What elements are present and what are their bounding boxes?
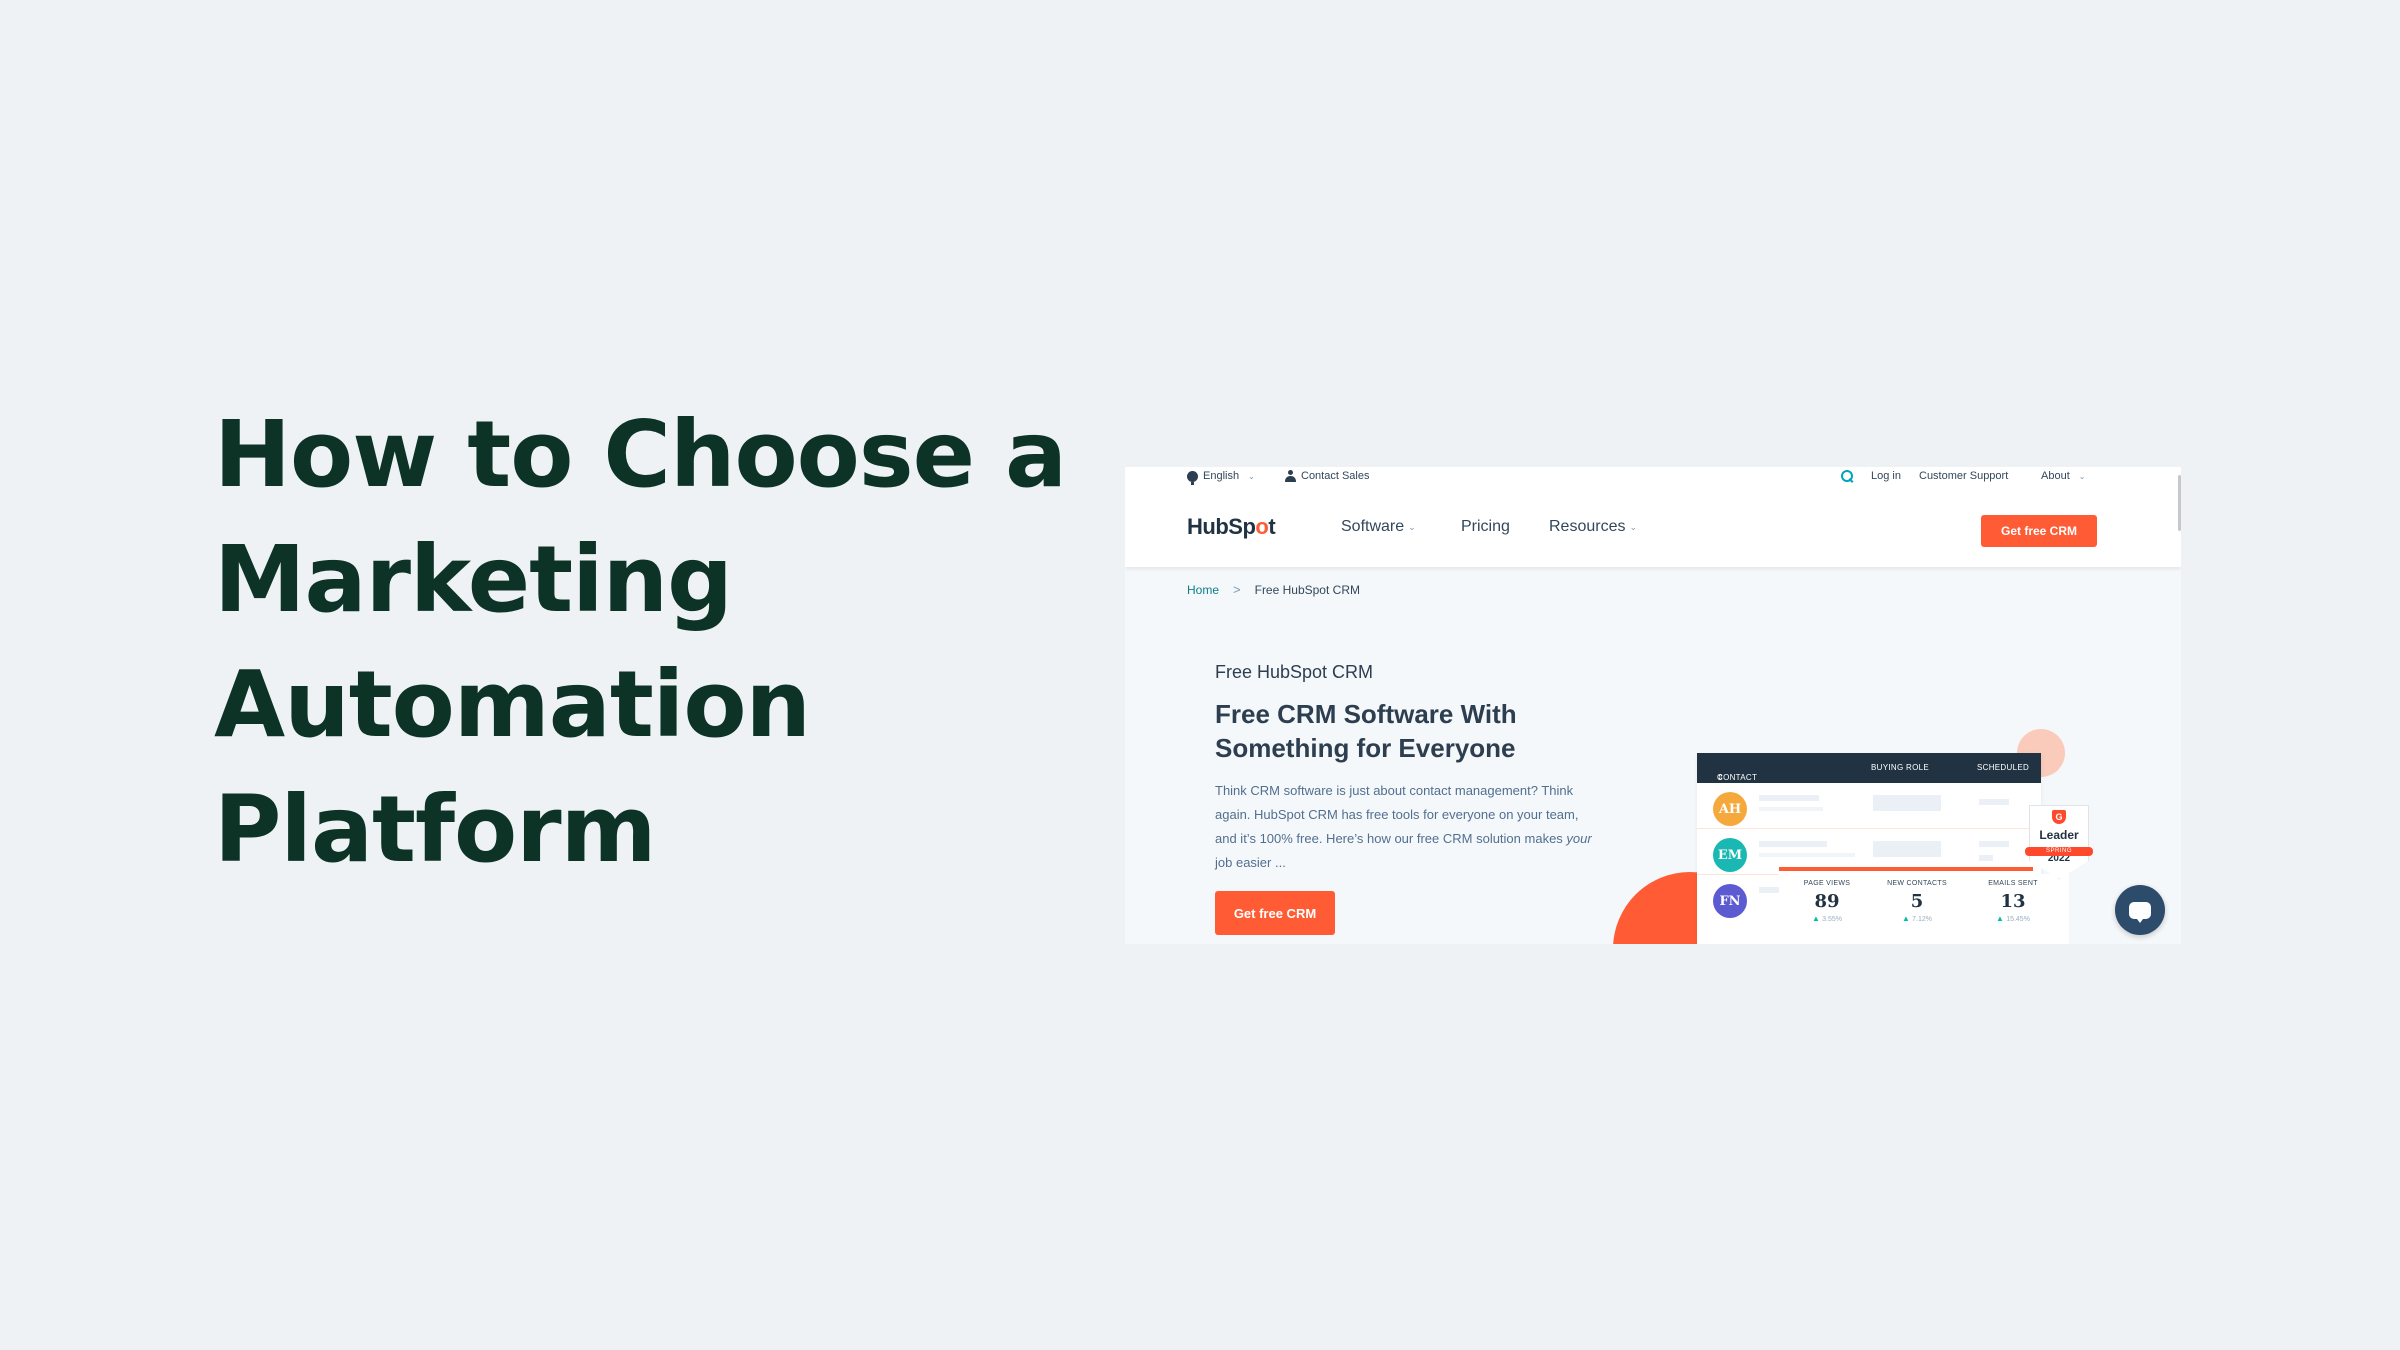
person-icon: [1285, 470, 1296, 482]
stat-value: 5: [1910, 891, 1924, 912]
crm-contacts-table: CONTACT ⇕ BUYING ROLE SCHEDULED AH EM FN: [1697, 753, 2041, 944]
breadcrumb-current: Free HubSpot CRM: [1254, 582, 1360, 597]
search-icon: [1841, 470, 1853, 482]
header-scheduled: SCHEDULED: [1977, 763, 2030, 772]
table-header: CONTACT ⇕ BUYING ROLE SCHEDULED: [1697, 753, 2041, 783]
placeholder-block: [1873, 795, 1941, 811]
get-free-crm-header-button[interactable]: Get free CRM: [1981, 515, 2097, 547]
chevron-down-icon: ⌄: [1248, 471, 1255, 481]
stat-change: 3.55%: [1779, 914, 1875, 923]
search-button[interactable]: [1841, 470, 1853, 482]
badge-season-ribbon: SPRING: [2025, 847, 2093, 856]
header-contact-label: CONTACT: [1717, 773, 1758, 782]
stats-card: PAGE VIEWS 89 3.55% NEW CONTACTS 5 7.12%…: [1779, 874, 2069, 944]
hero-eyebrow: Free HubSpot CRM: [1215, 662, 1374, 682]
nav-resources[interactable]: Resources ⌄: [1549, 518, 1637, 536]
avatar: AH: [1713, 792, 1747, 826]
headline-line-1: How to Choose a: [214, 401, 1067, 508]
stat-page-views: PAGE VIEWS 89 3.55%: [1779, 880, 1875, 923]
nav-software[interactable]: Software ⌄: [1341, 518, 1416, 536]
breadcrumb-home[interactable]: Home: [1187, 583, 1219, 597]
stat-label: EMAILS SENT: [1988, 880, 2038, 887]
chevron-down-icon: ⌄: [2078, 471, 2086, 481]
article-headline: How to Choose a Marketing Automation Pla…: [214, 392, 1067, 892]
hero-section: Free HubSpot CRM Free CRM Software With …: [1215, 662, 1595, 935]
hero-description: Think CRM software is just about contact…: [1215, 779, 1595, 875]
placeholder-line: [1979, 841, 2009, 847]
logo-text: HubSp: [1187, 514, 1256, 539]
sprocket-icon: o: [1255, 514, 1269, 539]
stat-change: 7.12%: [1869, 914, 1965, 923]
nav-resources-label: Resources: [1549, 518, 1626, 535]
chat-bubble-icon: [2129, 901, 2151, 923]
stat-value: 13: [2000, 891, 2026, 912]
headline-line-4: Platform: [214, 776, 657, 883]
customer-support-label: Customer Support: [1919, 470, 2009, 482]
stat-new-contacts: NEW CONTACTS 5 7.12%: [1869, 880, 1965, 923]
nav-pricing[interactable]: Pricing: [1461, 518, 1510, 536]
stat-emails-sent: EMAILS SENT 13 15.45%: [1965, 880, 2061, 923]
stat-label: PAGE VIEWS: [1803, 880, 1851, 887]
placeholder-line: [1759, 887, 1781, 893]
stat-value: 89: [1814, 891, 1840, 912]
badge-title: Leader: [2039, 828, 2079, 842]
globe-icon: [1187, 470, 1198, 485]
contact-sales-label: Contact Sales: [1301, 470, 1370, 482]
hubspot-screenshot: English ⌄ Contact Sales Log in Customer …: [1125, 467, 2181, 944]
placeholder-line: [1759, 795, 1819, 801]
stat-label: NEW CONTACTS: [1887, 880, 1947, 887]
customer-support-link[interactable]: Customer Support: [1919, 470, 2008, 482]
decorative-circle: [2017, 729, 2065, 777]
sort-icon: ⇕: [1717, 773, 1725, 782]
logo-text-end: t: [1268, 514, 1276, 539]
avatar: FN: [1713, 884, 1747, 918]
placeholder-line: [1759, 853, 1855, 857]
placeholder-line: [1759, 841, 1827, 847]
chevron-down-icon: ⌄: [1629, 521, 1638, 532]
chat-launcher-button[interactable]: [2115, 885, 2165, 935]
language-selector[interactable]: English ⌄: [1187, 470, 1255, 485]
headline-line-3: Automation: [214, 651, 811, 758]
hero-body-emphasis: your: [1566, 831, 1592, 846]
stats-accent-bar: [1779, 867, 2033, 871]
nav-software-label: Software: [1341, 518, 1405, 535]
about-label: About: [2041, 470, 2070, 482]
stat-change: 15.45%: [1965, 914, 2061, 923]
header-buying-role: BUYING ROLE: [1871, 763, 1929, 772]
language-label: English: [1203, 470, 1240, 482]
badge-year: 2022: [2047, 853, 2071, 864]
hero-body-end: job easier ...: [1215, 855, 1286, 870]
chevron-down-icon: ⌄: [1408, 521, 1416, 532]
contact-sales-link[interactable]: Contact Sales: [1285, 470, 1369, 482]
table-row: EM: [1697, 829, 2041, 875]
breadcrumb: Home > Free HubSpot CRM: [1187, 582, 1360, 597]
g2-leader-badge: G Leader 2022: [2029, 805, 2089, 879]
hubspot-logo[interactable]: HubSp o t: [1187, 513, 1276, 541]
placeholder-line: [1979, 855, 1993, 861]
chevron-right-icon: >: [1233, 582, 1241, 597]
hero-title: Free CRM Software With Something for Eve…: [1215, 699, 1517, 763]
table-row: AH: [1697, 783, 2041, 829]
placeholder-block: [1873, 841, 1941, 857]
nav-pricing-label: Pricing: [1461, 518, 1510, 535]
get-free-crm-hero-button[interactable]: Get free CRM: [1215, 891, 1335, 935]
decorative-half-circle: [1613, 872, 1767, 944]
utility-nav: English ⌄ Contact Sales Log in Customer …: [1125, 467, 2181, 489]
placeholder-line: [1759, 807, 1823, 811]
g2-logo-icon: G: [2052, 810, 2066, 824]
login-label: Log in: [1871, 470, 1901, 482]
headline-line-2: Marketing: [214, 526, 733, 633]
login-link[interactable]: Log in: [1871, 470, 1901, 482]
site-header: English ⌄ Contact Sales Log in Customer …: [1125, 467, 2181, 567]
about-menu[interactable]: About ⌄: [2041, 470, 2085, 482]
avatar: EM: [1713, 838, 1747, 872]
table-row: FN: [1697, 875, 2041, 921]
scrollbar[interactable]: [2178, 475, 2181, 531]
hero-body-text: Think CRM software is just about contact…: [1215, 783, 1579, 846]
placeholder-line: [1979, 799, 2009, 805]
